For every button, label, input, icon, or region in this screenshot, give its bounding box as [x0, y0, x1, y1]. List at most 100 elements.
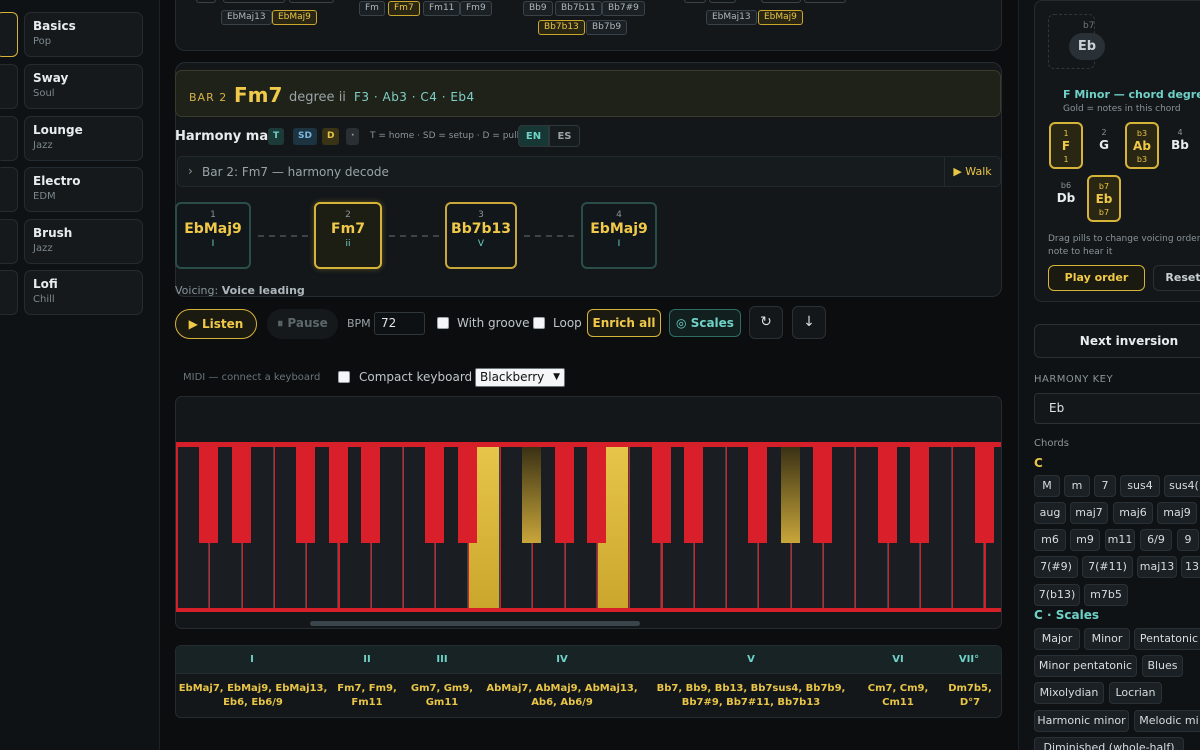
voicing-chip[interactable]: Fm9 — [460, 1, 492, 16]
reset-icon[interactable]: ↻ — [749, 306, 783, 339]
harmony-key-input[interactable]: Eb — [1034, 393, 1200, 424]
scale-chip[interactable]: Minor pentatonic — [1034, 655, 1137, 677]
chord-quality-chip[interactable]: aug — [1034, 502, 1066, 524]
chord-quality-chip[interactable]: sus4 — [1120, 475, 1160, 497]
style-thumb-active[interactable] — [0, 12, 18, 57]
scale-chip[interactable]: Diminished (whole-half) — [1034, 737, 1184, 750]
black-key[interactable] — [457, 447, 477, 543]
scale-chip[interactable]: Major — [1034, 628, 1080, 650]
chord-quality-chip[interactable]: 13 — [1181, 556, 1200, 578]
style-card-lofi[interactable]: Lofi Chill — [24, 270, 143, 315]
play-order-button[interactable]: Play order — [1048, 265, 1145, 291]
style-thumb[interactable] — [0, 116, 18, 161]
compact-keyboard-checkbox[interactable] — [338, 371, 350, 383]
chord-quality-chip[interactable]: maj7 — [1070, 502, 1108, 524]
style-thumb[interactable] — [0, 167, 18, 212]
style-card-basics[interactable]: Basics Pop — [24, 12, 143, 57]
loop-checkbox[interactable] — [533, 317, 545, 329]
chord-quality-chip[interactable]: m6 — [1034, 529, 1066, 551]
chord-quality-chip[interactable]: m11 — [1105, 529, 1135, 551]
black-key[interactable] — [683, 447, 703, 543]
voicing-pill[interactable]: Eb — [1069, 33, 1105, 60]
degree-pill[interactable]: 2 G — [1087, 122, 1121, 169]
reset-button[interactable]: Reset — [1153, 265, 1200, 291]
enrich-all-button[interactable]: Enrich all — [587, 309, 661, 337]
lang-es-toggle[interactable]: ES — [549, 125, 580, 147]
chord-quality-chip[interactable]: M — [1034, 475, 1060, 497]
black-key[interactable] — [360, 447, 380, 543]
black-key[interactable] — [328, 447, 348, 543]
lang-en-toggle[interactable]: EN — [518, 125, 549, 147]
chord-quality-chip[interactable]: 7(#11) — [1082, 556, 1133, 578]
chord-node[interactable]: 3 Bb7b13 V — [445, 202, 517, 269]
scale-chip[interactable]: Locrian — [1109, 682, 1162, 704]
degree-pill[interactable]: b6 Db — [1049, 175, 1083, 222]
degree-pill[interactable]: b7 Eb b7 — [1087, 175, 1121, 222]
style-card-sway[interactable]: Sway Soul — [24, 64, 143, 109]
voicing-chip[interactable]: Bb7b9 — [586, 20, 628, 35]
chord-node-active[interactable]: 2 Fm7 ii — [314, 202, 382, 269]
listen-button[interactable]: ▶ Listen — [175, 309, 257, 339]
voicing-chip-active[interactable]: EbMaj9 — [272, 10, 317, 25]
black-key[interactable] — [813, 447, 832, 543]
walk-button[interactable]: ▶ Walk — [944, 157, 1000, 186]
chord-quality-chip[interactable]: m — [1064, 475, 1090, 497]
black-key[interactable] — [748, 447, 768, 543]
style-thumb[interactable] — [0, 219, 18, 264]
black-key[interactable] — [780, 447, 800, 543]
harmony-decode-row[interactable]: › Bar 2: Fm7 — harmony decode ▶ Walk — [177, 156, 1001, 187]
black-key[interactable] — [199, 447, 219, 543]
scale-chip[interactable]: Mixolydian — [1034, 682, 1104, 704]
black-key[interactable] — [522, 447, 542, 543]
black-key[interactable] — [909, 447, 929, 543]
style-thumb[interactable] — [0, 270, 18, 315]
voicing-chip-active[interactable]: Fm7 — [388, 1, 420, 16]
instrument-select[interactable]: Blackberry ▼ — [475, 368, 565, 387]
black-key[interactable] — [586, 447, 606, 543]
voicing-chip-active[interactable]: EbMaj9 — [758, 10, 803, 25]
degree-pill[interactable]: b3 Ab b3 — [1125, 122, 1159, 169]
black-key[interactable] — [554, 447, 574, 543]
with-groove-checkbox[interactable] — [437, 317, 449, 329]
download-icon[interactable]: ↓ — [792, 306, 826, 339]
chord-quality-chip[interactable]: maj9 — [1157, 502, 1197, 524]
black-key[interactable] — [425, 447, 445, 543]
chord-quality-chip[interactable]: maj6 — [1113, 502, 1153, 524]
chord-quality-chip[interactable]: 9 — [1177, 529, 1199, 551]
black-key[interactable] — [974, 447, 994, 543]
scale-chip[interactable]: Minor — [1084, 628, 1130, 650]
chord-node[interactable]: 1 EbMaj9 I — [175, 202, 251, 269]
pause-button[interactable]: ⏸ Pause — [267, 309, 338, 339]
black-key[interactable] — [231, 447, 251, 543]
piano-keyboard[interactable] — [176, 442, 1001, 612]
voicing-chip[interactable]: Bb9 — [523, 1, 553, 16]
chord-quality-chip[interactable]: 7 — [1094, 475, 1116, 497]
next-inversion-button[interactable]: Next inversion — [1034, 324, 1200, 358]
voicing-chip[interactable]: Fm — [359, 1, 385, 16]
scale-chip[interactable]: Blues — [1142, 655, 1183, 677]
chord-quality-chip[interactable]: 7(#9) — [1034, 556, 1078, 578]
scale-chip[interactable]: Pentatonic — [1134, 628, 1200, 650]
black-key[interactable] — [296, 447, 316, 543]
style-card-electro[interactable]: Electro EDM — [24, 167, 143, 212]
chord-quality-chip[interactable]: maj13 — [1137, 556, 1177, 578]
voicing-chip[interactable]: EbMaj13 — [706, 10, 757, 25]
chord-node[interactable]: 4 EbMaj9 I — [581, 202, 657, 269]
keyboard-scrollbar[interactable] — [310, 621, 640, 626]
scale-chip[interactable]: Harmonic minor — [1034, 710, 1129, 732]
degree-pill[interactable]: 1 F 1 — [1049, 122, 1083, 169]
chord-quality-chip[interactable]: 6/9 — [1140, 529, 1172, 551]
voicing-chip[interactable]: Fm11 — [423, 1, 461, 16]
scales-button[interactable]: ◎ Scales — [669, 309, 741, 337]
voicing-chip-active[interactable]: Bb7b13 — [538, 20, 585, 35]
chord-quality-chip[interactable]: m9 — [1070, 529, 1100, 551]
style-card-brush[interactable]: Brush Jazz — [24, 219, 143, 264]
style-card-lounge[interactable]: Lounge Jazz — [24, 116, 143, 161]
bpm-input[interactable]: 72 — [374, 312, 425, 335]
chord-quality-chip[interactable]: m7b5 — [1084, 584, 1128, 606]
scale-chip[interactable]: Melodic mi — [1134, 710, 1200, 732]
chord-quality-chip[interactable]: sus4( — [1164, 475, 1200, 497]
voicing-chip[interactable]: EbMaj13 — [221, 10, 272, 25]
voicing-chip[interactable]: Bb7b11 — [555, 1, 602, 16]
black-key[interactable] — [651, 447, 671, 543]
